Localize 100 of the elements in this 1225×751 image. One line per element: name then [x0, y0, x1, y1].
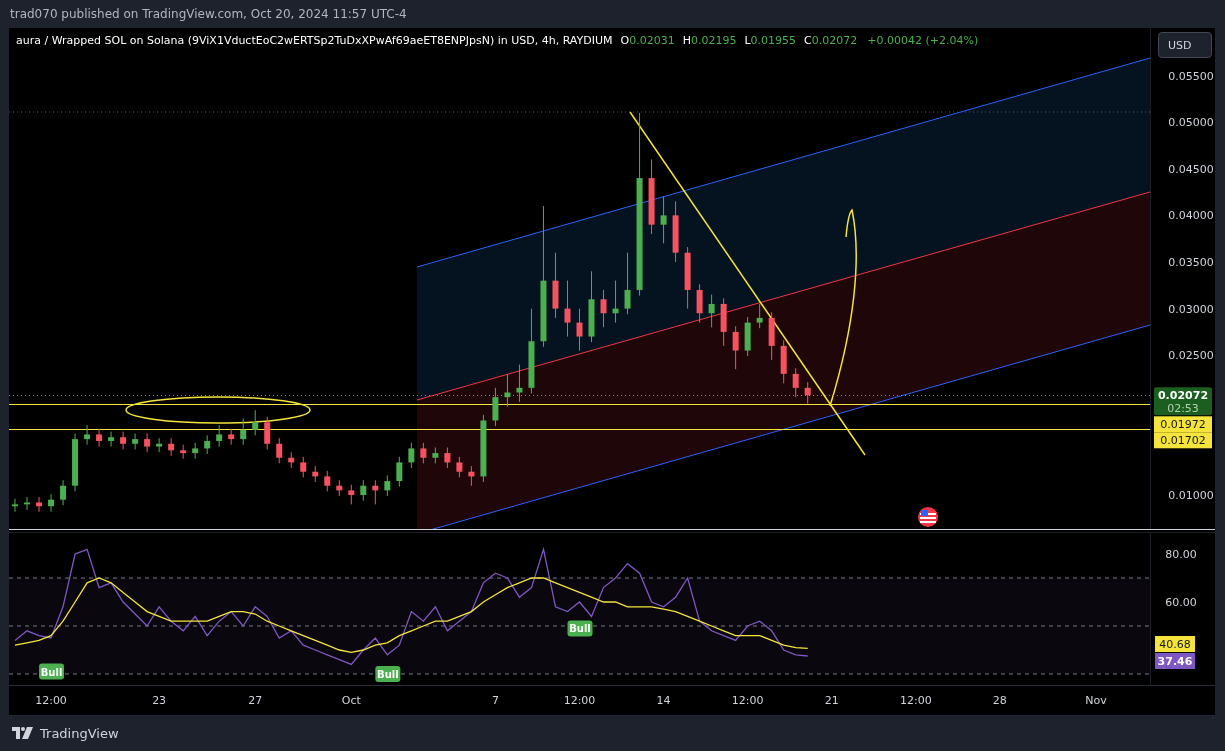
- price-tick: 0.02500: [1168, 349, 1214, 363]
- price-tick: 0.05500: [1168, 69, 1214, 83]
- candle: [372, 479, 379, 505]
- candle: [684, 246, 691, 310]
- candle: [756, 303, 763, 329]
- price-label: 0.01702: [1154, 432, 1212, 449]
- candle: [432, 447, 439, 464]
- time-tick: 12:00: [563, 694, 596, 707]
- candle: [180, 444, 187, 460]
- bull-label: Bull: [375, 665, 401, 682]
- candle: [420, 442, 427, 464]
- time-tick: Nov: [1085, 694, 1107, 707]
- candle: [60, 479, 67, 506]
- candle: [36, 496, 43, 513]
- candle: [600, 289, 607, 328]
- candle: [732, 325, 739, 370]
- ohlc-value: 0.01955: [750, 34, 797, 47]
- chart-title: aura / Wrapped SOL on Solana (9ViX1VductEoC2wERTSp2TuDxXPwAf69aeET8ENPJpsN) in USD, 4h, RAYDIUM: [16, 34, 613, 47]
- candle: [240, 418, 247, 446]
- candle: [780, 339, 787, 384]
- candle: [504, 373, 511, 407]
- candle: [288, 451, 295, 469]
- candle: [144, 433, 151, 453]
- ohlc-label: L: [744, 34, 751, 47]
- candle: [108, 431, 115, 448]
- candle: [96, 428, 103, 448]
- time-tick: 23: [152, 694, 167, 707]
- candle: [360, 479, 367, 502]
- time-tick: 12:00: [35, 694, 67, 707]
- value-label: 37.46: [1155, 653, 1195, 669]
- candle: [624, 252, 631, 315]
- candle: [12, 498, 18, 513]
- candle: [396, 456, 403, 488]
- time-tick: 27: [248, 694, 263, 707]
- candle: [792, 367, 799, 398]
- price-label: 0.01972: [1154, 416, 1212, 433]
- candle: [72, 433, 79, 492]
- publish-info: trad070 published on TradingView.com, Oct 20, 2024 11:57 UTC-4: [10, 7, 407, 21]
- candle: [276, 437, 283, 464]
- candle: [564, 280, 571, 338]
- candle: [132, 433, 139, 450]
- candle: [768, 311, 775, 361]
- last-price-label: 0.02072 02:53: [1154, 387, 1212, 416]
- brand-name: TradingView: [40, 725, 119, 741]
- price-tick: 0.03500: [1168, 256, 1214, 269]
- time-tick: 7: [491, 694, 499, 707]
- currency-button[interactable]: USD: [1158, 32, 1212, 58]
- candle: [720, 297, 727, 347]
- candle: [444, 447, 451, 469]
- candle: [612, 280, 619, 324]
- bull-label: Bull: [39, 663, 65, 680]
- price-change: +0.00042 (+2.04%): [867, 34, 979, 47]
- value-label: 40.68: [1155, 636, 1195, 652]
- ohlc-value: 0.02072: [811, 34, 858, 47]
- price-tick: 0.01000: [1168, 489, 1214, 503]
- candle: [336, 479, 343, 497]
- candle: [204, 434, 211, 455]
- candle: [384, 474, 391, 497]
- time-tick: 14: [656, 694, 671, 707]
- candle: [312, 465, 319, 483]
- logo-icon: [12, 727, 34, 739]
- candle: [708, 294, 715, 328]
- candle: [300, 456, 307, 478]
- candle: [696, 283, 703, 324]
- rsi-tick: 80.00: [1165, 548, 1197, 562]
- candle: [516, 364, 523, 403]
- price-tick: 0.05000: [1168, 116, 1214, 130]
- ohlc-value: 0.02031: [629, 34, 675, 47]
- price-tick: 0.04000: [1168, 209, 1214, 223]
- flag-icon[interactable]: [918, 507, 938, 527]
- candle: [480, 414, 487, 483]
- price-tick: 0.04500: [1168, 162, 1214, 176]
- candle: [552, 252, 559, 319]
- candle: [408, 442, 415, 469]
- ohlc-label: O: [620, 34, 630, 47]
- candle: [744, 316, 751, 357]
- time-tick: 21: [824, 694, 839, 707]
- bull-label: Bull: [567, 620, 593, 637]
- time-tick: 28: [992, 694, 1007, 707]
- candle: [804, 381, 811, 405]
- time-tick: 12:00: [731, 694, 764, 707]
- candle: [576, 308, 583, 352]
- candle: [660, 196, 667, 244]
- rsi-tick: 60.00: [1165, 596, 1197, 610]
- candle: [264, 416, 271, 450]
- candle: [468, 465, 475, 487]
- candle: [156, 437, 163, 453]
- candle: [48, 493, 55, 513]
- candle: [456, 456, 463, 478]
- candle: [192, 442, 199, 460]
- ohlc-value: 0.02195: [690, 34, 737, 47]
- candle: [84, 424, 91, 446]
- price-tick: 0.03000: [1168, 302, 1214, 316]
- ohlc-label: C: [804, 34, 812, 47]
- candle: [324, 470, 331, 492]
- candle: [216, 424, 223, 448]
- ohlc-label: H: [682, 34, 691, 47]
- candle: [24, 496, 30, 511]
- time-tick: Oct: [341, 694, 361, 707]
- time-tick: 12:00: [899, 694, 932, 707]
